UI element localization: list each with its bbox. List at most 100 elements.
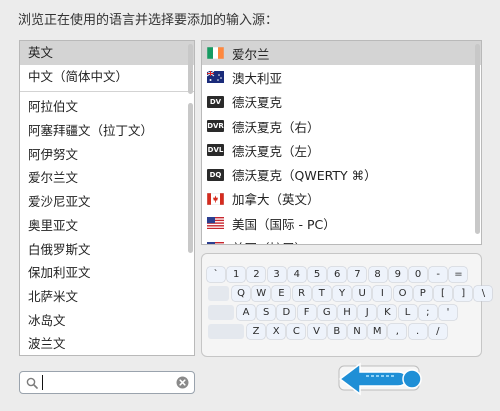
keyboard-key: B [327, 324, 346, 339]
input-source-item[interactable]: 澳大利亚 [202, 65, 481, 89]
keyboard-key: 4 [287, 267, 306, 282]
keyboard-key: 5 [308, 267, 326, 282]
keyboard-key: 0 [409, 267, 427, 282]
keyboard-row: ` 1 2 3 4 5 6 7 8 9 0- = [207, 267, 477, 282]
keyboard-key: 6 [328, 267, 347, 282]
language-item[interactable]: 波兰文 [20, 332, 194, 355]
keyboard-key: [ [434, 286, 452, 301]
language-item[interactable]: 白俄罗斯文 [20, 238, 194, 262]
input-source-item[interactable]: 爱尔兰 [202, 41, 481, 66]
list-divider [20, 88, 194, 93]
keyboard-key: M [368, 324, 387, 339]
language-item[interactable]: 冰岛文 [20, 309, 194, 333]
keyboard-key: 1 [227, 267, 246, 282]
input-source-item[interactable]: 加拿大（英文） [202, 187, 481, 211]
keyboard-key: ; [418, 305, 437, 320]
search-icon [26, 377, 38, 389]
modifier-key [208, 324, 244, 339]
keyboard-key: . [408, 324, 427, 339]
keyboard-key: I [373, 286, 392, 301]
input-source-label: 德沃夏克（右） [232, 119, 320, 135]
keyboard-key: = [449, 267, 468, 282]
language-item[interactable]: 阿拉伯文 [20, 95, 194, 119]
canada-flag-icon [206, 192, 225, 206]
keyboard-key: L [398, 305, 417, 320]
language-item[interactable]: 阿伊努文 [20, 143, 194, 167]
input-source-item[interactable]: DV 德沃夏克 [202, 90, 481, 114]
clear-search-icon[interactable] [176, 376, 189, 389]
input-source-label: 德沃夏克 [232, 95, 283, 111]
input-source-item[interactable]: DQ 德沃夏克（QWERTY ⌘） [202, 162, 481, 186]
keyboard-key: \ [474, 286, 493, 301]
language-item[interactable]: 阿塞拜疆文（拉丁文） [20, 119, 194, 143]
language-item[interactable]: 爱沙尼亚文 [20, 190, 194, 214]
keyboard-key: Y [333, 286, 351, 301]
keyboard-key: 8 [368, 267, 387, 282]
input-source-label: 德沃夏克（左） [232, 143, 320, 159]
input-source-list[interactable]: 爱尔兰澳大利亚 DV 德沃夏克 DVR 德沃夏克（右） DVL 德沃夏克（左） DQ 德沃夏克（… [201, 40, 482, 245]
language-item[interactable]: 英文 [20, 41, 194, 65]
modifier-key [208, 305, 234, 320]
keyboard-key: 9 [388, 267, 407, 282]
keyboard-key: W [252, 286, 271, 301]
input-source-label: 爱尔兰 [232, 46, 270, 62]
keyboard-key: , [388, 324, 407, 339]
keyboard-key: C [287, 324, 306, 339]
us-flag-icon [207, 241, 224, 244]
keyboard-key: G [317, 305, 336, 320]
keyboard-key: X [267, 324, 286, 339]
input-source-item[interactable]: DVR 德沃夏克（右） [202, 114, 481, 138]
keyboard-key: R [292, 286, 311, 301]
search-field[interactable] [19, 371, 195, 394]
keyboard-key: ' [439, 305, 457, 320]
language-list[interactable]: 英文 中文（简体中文） 阿拉伯文 阿塞拜疆文（拉丁文） 阿伊努文 爱尔兰文 爱沙尼亚文 奥里亚… [19, 40, 195, 356]
keyboard-key: E [272, 286, 291, 301]
input-source-label: 德沃夏克（QWERTY ⌘） [232, 168, 377, 184]
keyboard-row: Z X C V B N M,. / [208, 324, 500, 339]
us-flag-icon [207, 217, 224, 230]
language-item[interactable]: 保加利亚文 [20, 261, 194, 285]
input-source-item[interactable]: 美国（国际 - PC） [202, 211, 481, 235]
input-source-scrollbar[interactable] [475, 44, 480, 234]
keyboard-row: A S D F G H J K L; ' [208, 305, 500, 320]
keyboard-key: 7 [348, 267, 367, 282]
input-source-label: 美国（国际 - PC） [232, 216, 336, 232]
keyboard-key: / [428, 324, 447, 339]
keyboard-key: F [297, 305, 316, 320]
text-caret [42, 375, 43, 390]
language-item[interactable]: 爱尔兰文 [20, 166, 194, 190]
dvorak-right-icon: DVR [207, 120, 224, 133]
input-source-item[interactable]: DVL 德沃夏克（左） [202, 138, 481, 162]
keyboard-key: J [358, 305, 377, 320]
keyboard-key: 3 [267, 267, 286, 282]
language-item[interactable]: 奥里亚文 [20, 214, 194, 238]
dvorak-qwerty-icon: DQ [207, 168, 224, 181]
input-source-label: 美国（扩展） [232, 238, 307, 244]
keyboard-key: T [312, 286, 331, 301]
keyboard-key: A [237, 305, 255, 320]
keyboard-key: 2 [247, 267, 266, 282]
dvorak-icon: DV [207, 95, 224, 108]
keyboard-key: P [413, 286, 432, 301]
keyboard-key: Q [232, 286, 250, 301]
dvorak-left-icon: DVL [207, 144, 224, 157]
language-item[interactable]: 中文（简体中文） [20, 65, 194, 89]
keyboard-key: - [429, 267, 448, 282]
keyboard-key: ] [454, 286, 473, 301]
arrow-annotation-icon [338, 362, 422, 396]
input-source-item[interactable]: 美国（扩展） [202, 235, 481, 244]
language-item[interactable]: 北萨米文 [20, 285, 194, 309]
keyboard-key: K [378, 305, 397, 320]
input-source-label: 加拿大（英文） [232, 192, 320, 208]
ireland-flag-icon [206, 46, 225, 60]
keyboard-key: S [257, 305, 276, 320]
keyboard-key: D [277, 305, 296, 320]
keyboard-preview: ` 1 2 3 4 5 6 7 8 9 0- = Q W E R T Y U I O P[] \ A S D F G H J K L; ' Z X C… [201, 253, 493, 357]
language-list-scrollbar[interactable] [188, 103, 193, 253]
keyboard-key: O [393, 286, 412, 301]
keyboard-row: Q W E R T Y U I O P[] \ [208, 286, 500, 301]
dialog-title: 浏览正在使用的语言并选择要添加的输入源： [18, 13, 279, 28]
keyboard-key: U [353, 286, 372, 301]
keyboard-key: N [348, 324, 366, 339]
language-group-scrollbar[interactable] [188, 44, 193, 94]
